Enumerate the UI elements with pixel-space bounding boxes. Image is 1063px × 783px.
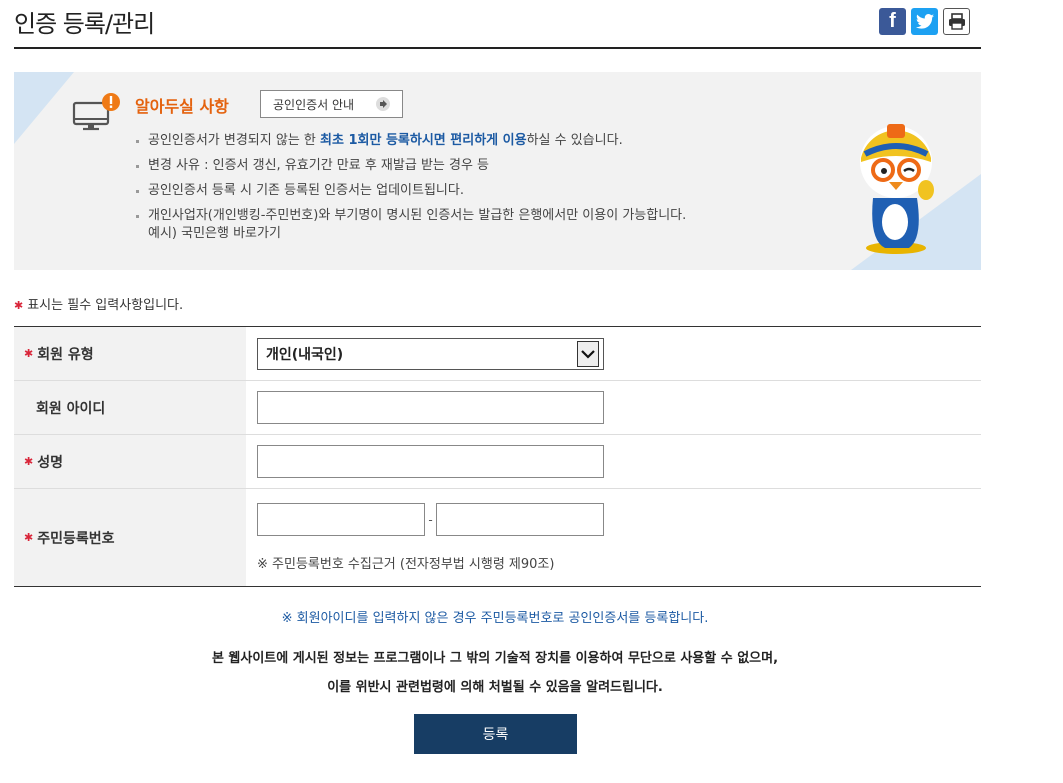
facebook-share-button[interactable]: f — [879, 8, 906, 35]
member-type-label: ✱ 회원 유형 — [14, 327, 246, 380]
rrn-back-input[interactable] — [436, 503, 604, 536]
required-mark: ✱ — [24, 347, 34, 360]
notice-item: 개인사업자(개인뱅킹-주민번호)와 부기명이 명시된 인증서는 발급한 은행에서… — [134, 207, 686, 243]
rrn-separator: - — [428, 512, 433, 527]
notice-item: 공인인증서 등록 시 기존 등록된 인증서는 업데이트됩니다. — [134, 182, 686, 200]
arrow-right-icon — [376, 97, 390, 111]
twitter-share-button[interactable] — [911, 8, 938, 35]
name-label: ✱ 성명 — [14, 435, 246, 488]
required-mark: ✱ — [14, 299, 24, 312]
chevron-down-icon — [577, 340, 599, 367]
notice-item: 변경 사유 : 인증서 갱신, 유효기간 만료 후 재발급 받는 경우 등 — [134, 157, 686, 175]
member-type-value: 개인(내국인) — [266, 346, 344, 363]
twitter-icon — [915, 14, 934, 29]
decor-corner-left — [14, 72, 74, 144]
certificate-form: ✱ 회원 유형 개인(내국인) 회원 아이디 ✱ 성명 ✱ 주민등록번호 - ※… — [14, 326, 981, 587]
certificate-guide-button[interactable]: 공인인증서 안내 — [260, 90, 403, 118]
register-button[interactable]: 등록 — [414, 714, 577, 754]
rrn-front-input[interactable] — [257, 503, 425, 536]
facebook-icon: f — [889, 10, 896, 32]
penguin-mascot-image — [860, 124, 934, 254]
notice-highlight: 최초 1회만 등록하시면 편리하게 이용 — [320, 133, 527, 148]
legal-notice-line2: 이를 위반시 관련법령에 의해 처벌될 수 있음을 알려드립니다. — [327, 680, 663, 695]
name-input[interactable] — [257, 445, 604, 478]
certificate-guide-label: 공인인증서 안내 — [273, 97, 355, 112]
print-button[interactable] — [943, 8, 970, 35]
required-mark: ✱ — [24, 455, 34, 468]
form-row-rrn: ✱ 주민등록번호 - ※ 주민등록번호 수집근거 (전자정부법 시행령 제90조) — [14, 489, 981, 586]
page-title: 인증 등록/관리 — [14, 10, 155, 38]
rrn-label: ✱ 주민등록번호 — [14, 489, 246, 586]
form-row-member-type: ✱ 회원 유형 개인(내국인) — [14, 327, 981, 381]
form-row-member-id: 회원 아이디 — [14, 381, 981, 435]
member-id-label: 회원 아이디 — [14, 381, 246, 434]
legal-notice-line1: 본 웹사이트에 게시된 정보는 프로그램이나 그 밖의 기술적 장치를 이용하여… — [211, 651, 779, 666]
kb-bank-link[interactable]: 예시) 국민은행 바로가기 — [148, 225, 686, 243]
required-mark: ✱ — [24, 531, 34, 544]
rrn-collection-basis-note: ※ 주민등록번호 수집근거 (전자정부법 시행령 제90조) — [257, 557, 555, 572]
rrn-fallback-note: ※ 회원아이디를 입력하지 않은 경우 주민등록번호로 공인인증서를 등록합니다… — [281, 611, 709, 626]
member-type-select[interactable]: 개인(내국인) — [257, 337, 604, 370]
form-row-name: ✱ 성명 — [14, 435, 981, 489]
monitor-alert-icon — [72, 93, 120, 131]
notice-item: 공인인증서가 변경되지 않는 한 최초 1회만 등록하시면 편리하게 이용하실 … — [134, 132, 686, 150]
member-id-input[interactable] — [257, 391, 604, 424]
notice-list: 공인인증서가 변경되지 않는 한 최초 1회만 등록하시면 편리하게 이용하실 … — [134, 132, 686, 250]
notice-box: 알아두실 사항 공인인증서 안내 공인인증서가 변경되지 않는 한 최초 1회만… — [14, 72, 981, 270]
required-fields-note: ✱ 표시는 필수 입력사항입니다. — [14, 298, 184, 313]
notice-heading: 알아두실 사항 — [135, 97, 229, 116]
title-divider — [14, 47, 981, 49]
printer-icon — [948, 13, 965, 30]
